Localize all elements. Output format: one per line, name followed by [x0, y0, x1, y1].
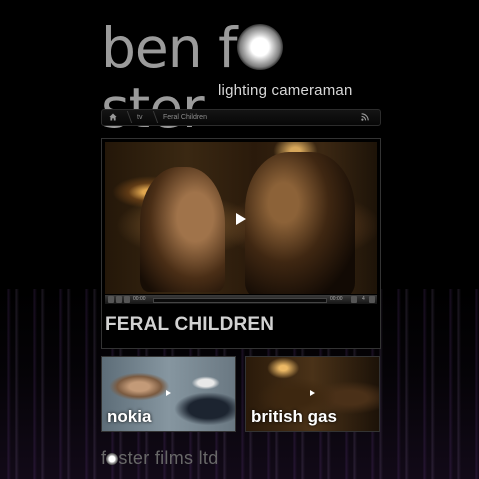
player-controls: 00:00 00:00 4 [105, 295, 377, 304]
video-player: 00:00 00:00 4 FERAL CHILDREN [101, 138, 381, 349]
site-tagline: lighting cameraman [218, 82, 353, 99]
logo-text-start: ben f [101, 16, 237, 80]
breadcrumb-item-current: Feral Children [163, 114, 207, 121]
pause-button[interactable] [116, 296, 122, 303]
logo-globe-icon [237, 24, 284, 70]
duration-time: 00:00 [330, 296, 343, 302]
thumbnail-play-icon [310, 390, 315, 396]
footer-globe-icon [106, 453, 119, 465]
thumbnail-nokia[interactable]: nokia [101, 356, 236, 432]
logo-text-end: ster [101, 76, 205, 140]
breadcrumb-separator [146, 111, 159, 123]
volume-level[interactable]: 4 [362, 296, 365, 303]
site-logo[interactable]: ben fster [101, 16, 381, 138]
breadcrumb-item-tv[interactable]: tv [137, 110, 142, 125]
thumbnail-label: british gas [251, 407, 337, 426]
thumbnail-british-gas[interactable]: british gas [245, 356, 380, 432]
stop-button[interactable] [124, 296, 130, 303]
breadcrumb-separator [120, 111, 133, 123]
rss-icon[interactable] [361, 113, 369, 121]
volume-button[interactable] [369, 296, 375, 303]
footer-logo-text-end: ster films ltd [118, 448, 219, 468]
video-figure-right [245, 152, 355, 294]
footer-logo[interactable]: f ster films ltd [101, 448, 219, 469]
breadcrumb: tv Feral Children [101, 109, 381, 126]
video-figure-left [140, 167, 225, 292]
fullscreen-button[interactable] [351, 296, 357, 303]
play-button[interactable] [108, 296, 114, 303]
home-icon[interactable] [109, 113, 117, 121]
play-icon[interactable] [236, 213, 246, 225]
video-frame[interactable] [105, 142, 377, 294]
thumbnail-label: nokia [107, 407, 152, 426]
elapsed-time: 00:00 [133, 296, 146, 302]
seek-bar[interactable] [153, 298, 327, 303]
video-title: FERAL CHILDREN [105, 314, 275, 335]
thumbnail-play-icon [166, 390, 171, 396]
